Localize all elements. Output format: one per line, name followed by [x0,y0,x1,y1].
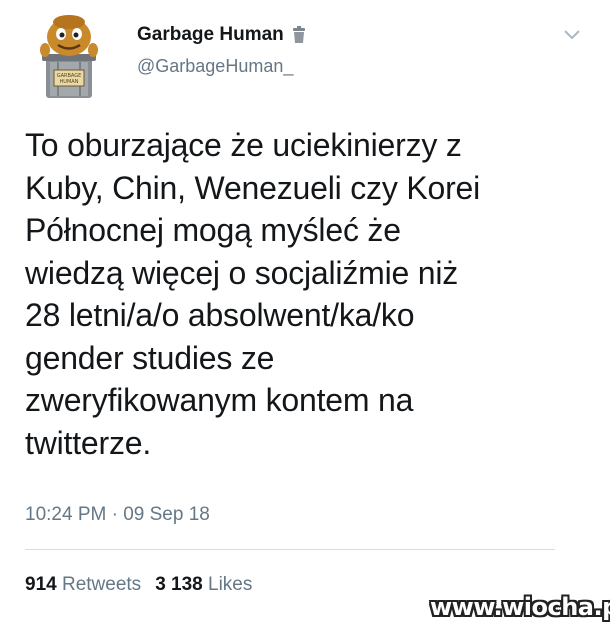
retweets-label: Retweets [61,574,142,595]
trash-can-icon [292,26,306,44]
display-name[interactable]: Garbage Human [137,24,284,46]
tweet-line: wiedzą więcej o socjaliźmie niż [25,254,459,291]
display-name-row: Garbage Human [137,24,306,46]
divider [25,549,555,550]
avatar-image [40,15,98,98]
tweet-line: Kuby, Chin, Wenezueli czy Korei [25,169,481,206]
tweet-line: zweryfikowanym kontem na [25,382,414,418]
tweet-line: To oburzające że uciekinierzy z [25,127,462,163]
retweets-stat[interactable]: 914 Retweets [25,574,141,596]
likes-count: 3 138 [155,574,209,595]
tweet-card: GARBAGE HUMAN Garbage Human @GarbageHuma… [0,0,610,634]
likes-stat[interactable]: 3 138 Likes [155,574,252,596]
tweet-text: To oburzające że uciekinierzy z Kuby, Ch… [25,124,595,464]
tweet-line: Północnej mogą myśleć że [25,212,401,248]
retweets-count: 914 [25,574,62,595]
tweet-line: twitterze. [25,424,152,461]
tweet-line: gender studies ze [25,339,275,376]
user-info[interactable]: Garbage Human @GarbageHuman_ [137,24,306,77]
avatar-label: GARBAGE HUMAN [56,73,82,85]
tweet-line: 28 letni/a/o absolwent/ka/ko [25,297,415,333]
watermark: www.wiocha.pl [430,593,610,621]
tweet-stats: 914 Retweets 3 138 Likes [25,574,252,596]
avatar[interactable]: GARBAGE HUMAN [36,10,102,102]
user-handle[interactable]: @GarbageHuman_ [137,56,306,77]
chevron-down-icon[interactable] [563,28,581,40]
tweet-timestamp[interactable]: 10:24 PM · 09 Sep 18 [25,504,210,526]
likes-label: Likes [208,574,253,595]
